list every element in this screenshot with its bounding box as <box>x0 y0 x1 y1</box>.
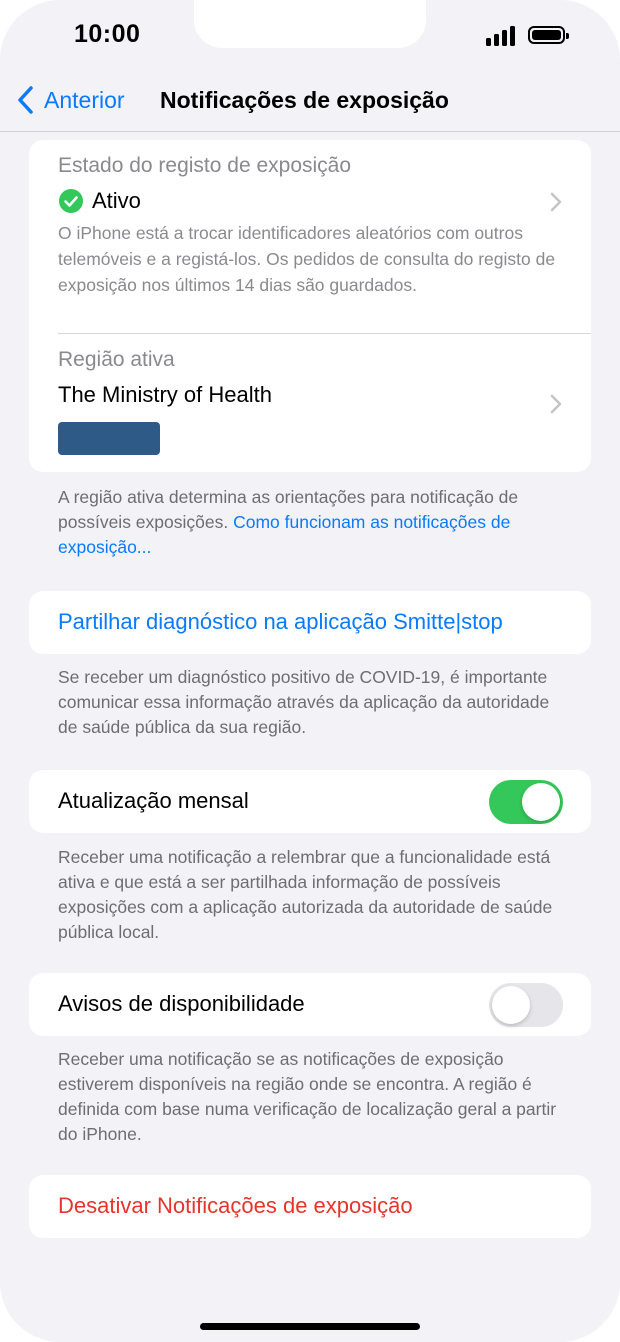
share-diagnosis-card[interactable]: Partilhar diagnóstico na aplicação Smitt… <box>29 591 591 654</box>
region-logo-redacted <box>58 422 160 455</box>
toggle-knob <box>522 783 560 821</box>
active-region-heading: Região ativa <box>58 348 175 371</box>
status-time: 10:00 <box>74 20 141 48</box>
monthly-update-toggle[interactable] <box>489 780 563 824</box>
chevron-right-icon <box>550 394 562 414</box>
back-label: Anterior <box>44 86 125 113</box>
exposure-state-heading: Estado do registo de exposição <box>58 154 352 177</box>
availability-alerts-card: Avisos de disponibilidade <box>29 973 591 1036</box>
toggle-knob <box>492 986 530 1024</box>
page-title: Notificações de exposição <box>160 87 449 113</box>
monthly-update-card: Atualização mensal <box>29 770 591 833</box>
availability-alerts-label: Avisos de disponibilidade <box>58 991 305 1016</box>
cellular-signal-icon <box>486 26 520 46</box>
active-region-row[interactable]: Região ativa The Ministry of Health <box>29 334 591 472</box>
checkmark-circle-icon <box>59 189 83 213</box>
exposure-description: O iPhone está a trocar identificadores a… <box>58 223 556 295</box>
active-region-name: The Ministry of Health <box>58 382 272 407</box>
monthly-update-footer: Receber uma notificação a relembrar que … <box>58 847 553 942</box>
share-diagnosis-button[interactable]: Partilhar diagnóstico na aplicação Smitt… <box>58 609 503 635</box>
region-footer: A região ativa determina as orientações … <box>58 485 568 560</box>
exposure-state-row[interactable]: Estado do registo de exposição Ativo O i… <box>29 140 591 333</box>
availability-alerts-footer: Receber uma notificação se as notificaçõ… <box>58 1049 557 1144</box>
exposure-card: Estado do registo de exposição Ativo O i… <box>29 140 591 472</box>
availability-alerts-toggle[interactable] <box>489 983 563 1027</box>
navigation-bar: Anterior Notificações de exposição <box>0 70 620 132</box>
disable-exposure-notifications-button[interactable]: Desativar Notificações de exposição <box>58 1193 413 1219</box>
home-indicator[interactable] <box>200 1323 420 1330</box>
status-bar: 10:00 <box>0 0 620 70</box>
share-footer: Se receber um diagnóstico positivo de CO… <box>58 667 550 737</box>
chevron-right-icon <box>550 192 562 212</box>
disable-card[interactable]: Desativar Notificações de exposição <box>29 1175 591 1238</box>
status-line: Ativo <box>58 188 141 214</box>
monthly-update-label: Atualização mensal <box>58 788 249 813</box>
status-text: Ativo <box>92 188 141 213</box>
battery-icon <box>528 26 569 44</box>
phone-screen: 10:00 Anterior Notificações de exposição… <box>0 0 620 1342</box>
chevron-left-icon <box>18 86 33 114</box>
back-button[interactable]: Anterior <box>16 84 125 116</box>
